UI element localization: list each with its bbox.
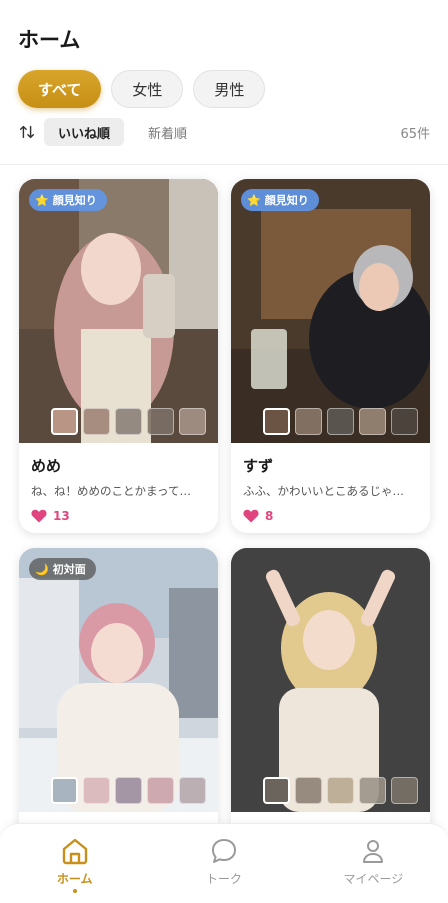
filter-all-chip[interactable]: すべて <box>18 70 102 108</box>
star-icon: ⭐ <box>35 193 49 207</box>
profile-card[interactable]: 🌙 初対面 <box>19 548 218 838</box>
profile-photo <box>231 548 430 812</box>
chat-bubble-icon <box>211 839 236 863</box>
page-title: ホーム <box>18 28 81 52</box>
sort-likes-button[interactable]: いいね順 <box>44 118 125 146</box>
profile-card[interactable] <box>231 548 430 838</box>
filter-male-chip[interactable]: 男性 <box>193 70 266 108</box>
profile-name: すず <box>243 457 274 475</box>
profile-card[interactable]: ⭐ 顔見知り めめ ね、ね！めめのことかまって… 13 <box>19 179 218 533</box>
star-icon: ⭐ <box>247 193 261 207</box>
last-message: ふふ、かわいいとこあるじゃ… <box>243 484 404 498</box>
status-badge: ⭐ 顔見知り <box>241 189 319 211</box>
thumbnail[interactable] <box>359 408 386 435</box>
thumbnail-strip <box>51 777 206 804</box>
like-count: 13 <box>31 509 206 523</box>
bottom-nav: ホーム トーク マイページ <box>0 823 448 903</box>
filter-chips: すべて 女性 男性 <box>18 70 266 108</box>
result-count: 65件 <box>400 126 430 142</box>
thumbnail[interactable] <box>83 408 110 435</box>
thumbnail[interactable] <box>263 408 290 435</box>
thumbnail[interactable] <box>179 777 206 804</box>
thumbnail[interactable] <box>359 777 386 804</box>
thumbnail[interactable] <box>115 777 142 804</box>
sort-arrows-icon[interactable] <box>18 123 36 141</box>
active-indicator <box>72 889 77 893</box>
thumbnail[interactable] <box>391 777 418 804</box>
thumbnail[interactable] <box>391 408 418 435</box>
heart-icon <box>31 509 47 523</box>
thumbnail[interactable] <box>51 777 78 804</box>
profile-photo: 🌙 初対面 <box>19 548 218 812</box>
nav-mypage[interactable]: マイページ <box>299 824 448 903</box>
home-icon <box>62 838 87 865</box>
thumbnail[interactable] <box>147 777 174 804</box>
last-message: ね、ね！めめのことかまって… <box>31 484 191 498</box>
like-count: 8 <box>243 509 418 523</box>
thumbnail[interactable] <box>327 408 354 435</box>
filter-female-chip[interactable]: 女性 <box>111 70 184 108</box>
thumbnail[interactable] <box>263 777 290 804</box>
thumbnail-strip <box>51 408 206 435</box>
person-icon <box>363 840 384 863</box>
thumbnail-strip <box>263 777 418 804</box>
heart-icon <box>243 509 259 523</box>
sort-bar: いいね順 新着順 65件 <box>18 118 430 146</box>
status-badge: ⭐ 顔見知り <box>29 189 107 211</box>
profile-photo: ⭐ 顔見知り <box>231 179 430 443</box>
nav-talk[interactable]: トーク <box>149 824 298 903</box>
sort-newest-button[interactable]: 新着順 <box>148 123 187 142</box>
moon-icon: 🌙 <box>35 562 49 576</box>
status-badge: 🌙 初対面 <box>29 558 96 580</box>
nav-home[interactable]: ホーム <box>0 824 149 903</box>
profile-name: めめ <box>31 457 62 475</box>
header-divider <box>0 164 448 165</box>
thumbnail[interactable] <box>179 408 206 435</box>
thumbnail[interactable] <box>295 777 322 804</box>
thumbnail[interactable] <box>327 777 354 804</box>
thumbnail[interactable] <box>147 408 174 435</box>
thumbnail-strip <box>263 408 418 435</box>
thumbnail[interactable] <box>115 408 142 435</box>
thumbnail[interactable] <box>295 408 322 435</box>
thumbnail[interactable] <box>51 408 78 435</box>
profile-photo: ⭐ 顔見知り <box>19 179 218 443</box>
profile-card[interactable]: ⭐ 顔見知り すず ふふ、かわいいとこあるじゃ… 8 <box>231 179 430 533</box>
thumbnail[interactable] <box>83 777 110 804</box>
